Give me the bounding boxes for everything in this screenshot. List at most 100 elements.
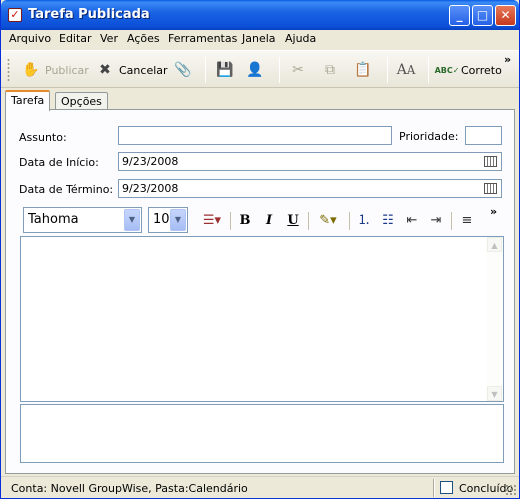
- menu-ferramentas[interactable]: Ferramentas: [168, 32, 237, 45]
- minimize-icon: _: [456, 8, 463, 22]
- toolbar-separator: [279, 57, 280, 83]
- scroll-down-icon[interactable]: ▼: [487, 386, 502, 401]
- bold-button[interactable]: B: [236, 213, 254, 229]
- start-date-input[interactable]: 9/23/2008: [118, 152, 502, 171]
- format-separator: [230, 212, 231, 230]
- numbered-list-icon: ⒈: [357, 213, 371, 228]
- publish-label: Publicar: [45, 63, 89, 77]
- spell-check-label: Correto: [461, 63, 502, 77]
- minimize-button[interactable]: _: [449, 5, 470, 26]
- outdent-icon: ⇤: [406, 213, 418, 228]
- highlighter-icon: ✎▾: [319, 213, 337, 228]
- attachment-area[interactable]: [20, 404, 504, 463]
- font-family-select[interactable]: Tahoma ▼: [23, 207, 142, 233]
- underline-icon: U: [287, 213, 299, 228]
- address-book-button[interactable]: 👤: [245, 57, 265, 83]
- maximize-icon: □: [476, 8, 489, 22]
- font-aa-icon: AA: [396, 62, 416, 78]
- menu-ajuda[interactable]: Ajuda: [285, 32, 316, 45]
- clipboard-icon: 📋: [354, 62, 372, 78]
- align-button[interactable]: ≡: [458, 213, 476, 229]
- align-left-icon: ≡: [461, 213, 473, 228]
- underline-button[interactable]: U: [284, 213, 302, 229]
- cancel-x-icon: ✖: [99, 62, 111, 78]
- save-disk-icon: 💾: [216, 62, 234, 78]
- maximize-button[interactable]: □: [472, 5, 493, 26]
- tab-tarefa[interactable]: Tarefa: [5, 90, 51, 111]
- subject-label: Assunto:: [19, 131, 67, 144]
- tab-strip: Tarefa Opções: [5, 90, 515, 111]
- italic-icon: I: [265, 213, 273, 228]
- format-separator: [451, 212, 452, 230]
- tab-opcoes[interactable]: Opções: [55, 92, 108, 110]
- paste-button[interactable]: 📋: [353, 57, 373, 83]
- toolbar-separator: [387, 57, 388, 83]
- font-size-select[interactable]: 10 ▼: [148, 207, 188, 233]
- close-icon: ✕: [500, 8, 511, 22]
- menu-bar: Arquivo Editar Ver Ações Ferramentas Jan…: [1, 30, 519, 49]
- save-button[interactable]: 💾: [215, 57, 235, 83]
- cut-button[interactable]: ✂: [288, 57, 308, 83]
- status-text: Conta: Novell GroupWise, Pasta:Calendári…: [11, 482, 248, 495]
- spell-check-icon: ABC✓: [434, 65, 460, 75]
- menu-ver[interactable]: Ver: [100, 32, 118, 45]
- attach-button[interactable]: 📎: [173, 57, 193, 83]
- close-button[interactable]: ✕: [495, 5, 516, 26]
- scissors-icon: ✂: [292, 62, 304, 78]
- main-toolbar: ✋ Publicar ✖ Cancelar 📎 💾 👤 ✂ ⧉ 📋 AA ABC…: [1, 50, 519, 88]
- cancel-label: Cancelar: [119, 63, 168, 77]
- copy-icon: ⧉: [325, 62, 335, 78]
- bullet-list-icon: ☷: [382, 213, 394, 228]
- publish-button[interactable]: ✋ Publicar: [21, 57, 89, 83]
- priority-input[interactable]: [465, 126, 502, 145]
- chevron-down-icon[interactable]: ▼: [170, 209, 186, 231]
- font-family-value: Tahoma: [28, 212, 79, 227]
- message-body-editor[interactable]: ▲ ▼: [20, 236, 504, 402]
- menu-acoes[interactable]: Ações: [127, 32, 160, 45]
- cancel-button[interactable]: ✖ Cancelar: [95, 57, 168, 83]
- editor-scrollbar[interactable]: ▲ ▼: [486, 237, 503, 401]
- toolbar-separator: [428, 57, 429, 83]
- address-book-icon: 👤: [246, 62, 264, 78]
- end-date-input[interactable]: 9/23/2008: [118, 179, 502, 198]
- menu-arquivo[interactable]: Arquivo: [9, 32, 51, 45]
- toolbar-separator: [205, 57, 206, 83]
- font-button[interactable]: AA: [396, 57, 416, 83]
- priority-label: Prioridade:: [399, 130, 459, 143]
- chevron-down-icon[interactable]: ▼: [124, 209, 140, 231]
- toolbar-overflow-chevron-icon[interactable]: »: [504, 53, 511, 66]
- task-window: ✓ Tarefa Publicada _ □ ✕ Arquivo Editar …: [0, 0, 520, 499]
- scroll-up-icon[interactable]: ▲: [487, 237, 502, 252]
- publish-icon: ✋: [22, 62, 40, 78]
- copy-button[interactable]: ⧉: [320, 57, 340, 83]
- format-separator: [308, 212, 309, 230]
- italic-button[interactable]: I: [260, 213, 278, 229]
- subject-input[interactable]: [118, 126, 392, 145]
- bold-icon: B: [239, 213, 251, 228]
- highlight-button[interactable]: ✎▾: [314, 213, 342, 229]
- decrease-indent-button[interactable]: ⇤: [403, 213, 421, 229]
- increase-indent-button[interactable]: ⇥: [427, 213, 445, 229]
- numbered-list-button[interactable]: ⒈: [355, 213, 373, 229]
- line-spacing-button[interactable]: ☰▾: [199, 213, 225, 229]
- format-toolbar: Tahoma ▼ 10 ▼ ☰▾ B I U ✎▾ ⒈ ☷ ⇤ ⇥ ≡ »: [16, 205, 502, 235]
- paperclip-icon: 📎: [174, 62, 192, 78]
- spell-check-button[interactable]: ABC✓ Correto: [434, 57, 502, 83]
- title-bar[interactable]: ✓ Tarefa Publicada _ □ ✕: [1, 0, 519, 30]
- format-separator: [349, 212, 350, 230]
- start-calendar-icon[interactable]: [484, 156, 497, 167]
- end-date-label: Data de Término:: [19, 183, 114, 196]
- toolbar-grip[interactable]: [7, 58, 10, 82]
- menu-editar[interactable]: Editar: [59, 32, 92, 45]
- start-date-label: Data de Início:: [19, 156, 99, 169]
- menu-janela[interactable]: Janela: [242, 32, 276, 45]
- completed-checkbox[interactable]: [440, 481, 453, 494]
- format-overflow-chevron-icon[interactable]: »: [490, 205, 497, 218]
- end-calendar-icon[interactable]: [484, 183, 497, 194]
- task-check-icon: ✓: [8, 8, 22, 22]
- resize-grip-icon[interactable]: [505, 484, 517, 496]
- status-separator: [433, 479, 435, 497]
- line-spacing-icon: ☰▾: [202, 213, 222, 228]
- bullet-list-button[interactable]: ☷: [379, 213, 397, 229]
- font-size-value: 10: [153, 212, 170, 227]
